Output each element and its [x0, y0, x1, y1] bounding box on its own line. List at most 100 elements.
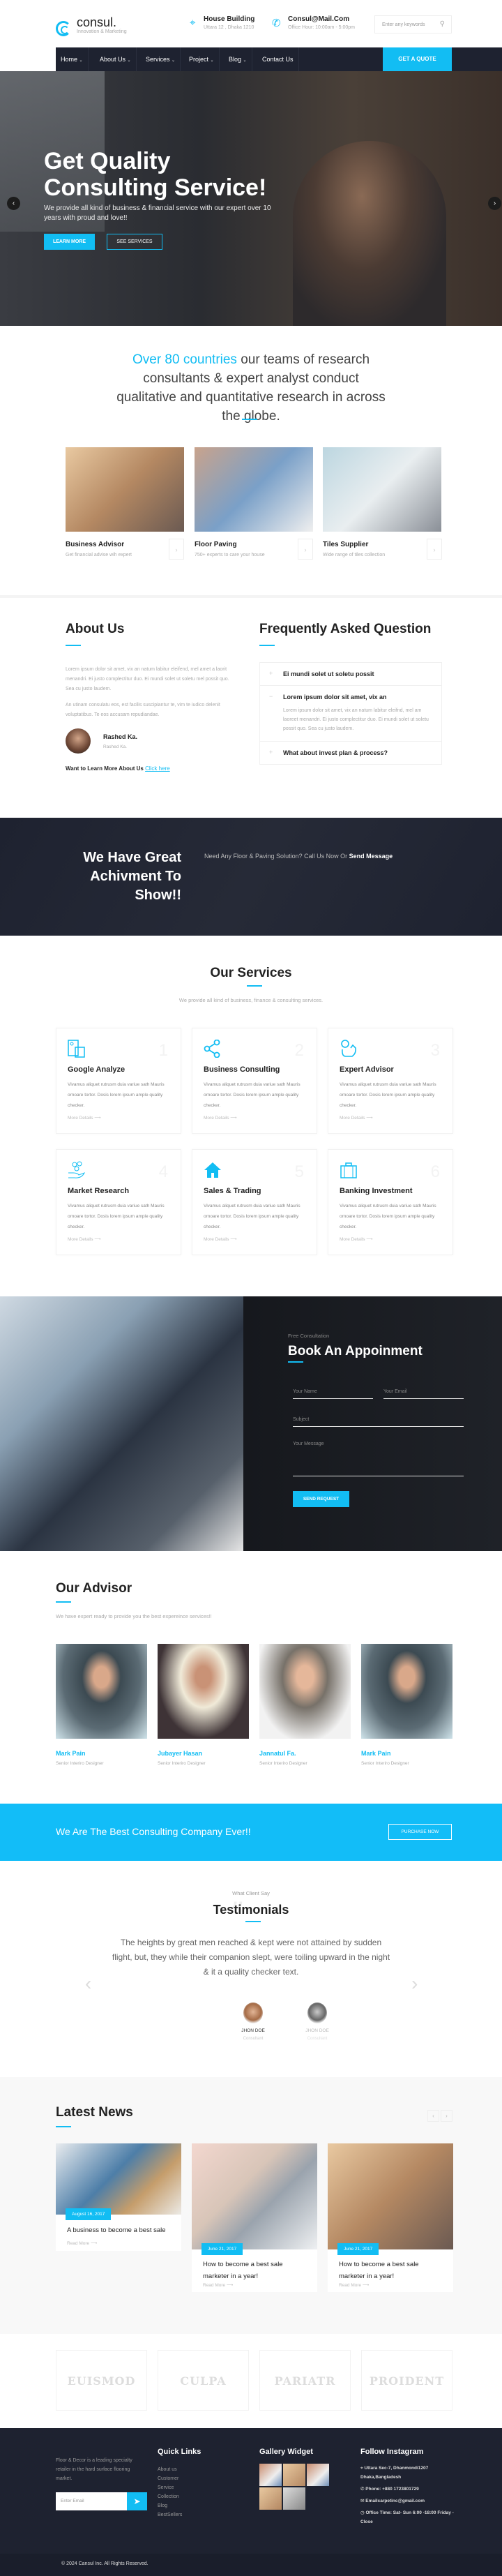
search-icon[interactable]: ⚲ — [440, 20, 445, 28]
more-details-link[interactable]: More Details ⟶ — [204, 1115, 237, 1121]
footer-hours: ◷ Office Time: Sat- Sun 6:00 -18:00 Frid… — [360, 2508, 455, 2526]
advisor-photo[interactable] — [259, 1644, 351, 1739]
news-post-title[interactable]: How to become a best sale marketer in a … — [339, 2259, 443, 2282]
gallery-thumb[interactable] — [259, 2487, 282, 2510]
service-card[interactable]: 4 Market Research Vivamus aliquet rutrus… — [56, 1149, 181, 1255]
learn-more-button[interactable]: LEARN MORE — [44, 234, 95, 250]
client-avatar[interactable] — [307, 2002, 327, 2023]
advisor-name[interactable]: Jubayer Hasan — [158, 1750, 202, 1757]
more-details-link[interactable]: More Details ⟶ — [68, 1115, 101, 1121]
feature-image[interactable] — [195, 447, 313, 532]
advisor-photo[interactable] — [158, 1644, 249, 1739]
news-next-icon[interactable]: › — [441, 2110, 452, 2122]
footer-link[interactable]: Collection — [158, 2492, 182, 2501]
read-more-link[interactable]: Read More ⟶ — [203, 2282, 233, 2288]
news-post-title[interactable]: How to become a best sale marketer in a … — [203, 2259, 307, 2282]
email-text[interactable]: Emailcarpetinc@gmail.com — [365, 2499, 425, 2503]
chevron-right-icon[interactable]: › — [411, 1972, 418, 1995]
service-card[interactable]: 6 Banking Investment Vivamus aliquet rut… — [328, 1149, 453, 1255]
service-card[interactable]: 1 Google Analyze Vivamus aliquet rutrusm… — [56, 1028, 181, 1134]
send-icon[interactable]: ➤ — [127, 2492, 147, 2510]
nav-home[interactable]: Home ⌄ — [56, 47, 89, 71]
purchase-now-button[interactable]: PURCHASE NOW — [388, 1824, 452, 1840]
chevron-left-icon[interactable]: ‹ — [85, 1972, 91, 1995]
advisor-photo[interactable] — [361, 1644, 452, 1739]
feature-image[interactable] — [66, 447, 184, 532]
service-text: Vivamus aliquet rutrusm duia variue sath… — [204, 1082, 301, 1108]
faq-item[interactable]: + What about invest plan & process? — [260, 742, 441, 764]
advisor-photo[interactable] — [56, 1644, 147, 1739]
feature-title[interactable]: Tiles Supplier — [323, 541, 368, 548]
email-input[interactable]: Enter Email — [61, 2499, 84, 2503]
nav-about[interactable]: About Us ⌄ — [95, 47, 137, 71]
send-request-button[interactable]: SEND REQUEST — [293, 1491, 349, 1507]
prev-slide-icon[interactable]: ‹ — [7, 197, 20, 210]
more-details-link[interactable]: More Details ⟶ — [204, 1236, 237, 1242]
faq-item[interactable]: + Ei mundi solet ut soletu possit — [260, 663, 441, 686]
client-avatar[interactable] — [243, 2002, 263, 2023]
faq-item-open[interactable]: − Lorem ipsum dolor sit amet, vix an Lore… — [260, 686, 441, 742]
next-slide-icon[interactable]: › — [488, 197, 501, 210]
news-card[interactable]: June 21, 2017 How to become a best sale … — [192, 2143, 317, 2292]
footer-link[interactable]: About us — [158, 2465, 182, 2474]
gallery-thumb[interactable] — [283, 2464, 305, 2486]
more-details-link[interactable]: More Details ⟶ — [68, 1236, 101, 1242]
contact-email[interactable]: Consul@Mail.Com — [288, 15, 355, 23]
client-name: JHON DOE — [241, 2028, 265, 2033]
nav-services[interactable]: Services ⌄ — [141, 47, 181, 71]
client-name: JHON DOE — [305, 2028, 329, 2033]
nav-blog[interactable]: Blog ⌄ — [224, 47, 252, 71]
news-image — [56, 2143, 181, 2215]
chevron-right-icon[interactable]: › — [298, 539, 313, 560]
more-details-link[interactable]: More Details ⟶ — [340, 1115, 373, 1121]
get-quote-button[interactable]: GET A QUOTE — [383, 47, 452, 71]
footer-link[interactable]: Blog — [158, 2501, 182, 2510]
email-input[interactable]: Your Email — [383, 1389, 464, 1399]
read-more-link[interactable]: Read More ⟶ — [67, 2240, 97, 2246]
news-card[interactable]: August 16, 2017 A business to become a b… — [56, 2143, 181, 2251]
subject-input[interactable]: Subject — [293, 1417, 464, 1427]
nav-project[interactable]: Project ⌄ — [184, 47, 220, 71]
feature-image[interactable] — [323, 447, 441, 532]
footer-link[interactable]: Customer — [158, 2474, 182, 2483]
name-input[interactable]: Your Name — [293, 1389, 373, 1399]
footer-link[interactable]: BestSellers — [158, 2510, 182, 2519]
faq-question: What about invest plan & process? — [283, 749, 388, 756]
news-prev-icon[interactable]: ‹ — [427, 2110, 439, 2122]
search-input[interactable]: Enter any keywords ⚲ — [374, 15, 452, 33]
partner-logo[interactable]: PARIATR — [259, 2350, 351, 2411]
chevron-right-icon[interactable]: › — [169, 539, 184, 560]
partner-logo[interactable]: EUISMOD — [56, 2350, 147, 2411]
chevron-right-icon[interactable]: › — [427, 539, 442, 560]
gallery-thumb[interactable] — [259, 2464, 282, 2486]
footer-email: ✉ Emailcarpetinc@gmail.com — [360, 2496, 455, 2506]
newsletter-form: Enter Email ➤ — [56, 2492, 147, 2510]
message-textarea[interactable]: Your Message — [293, 1441, 464, 1476]
service-card[interactable]: 3 Expert Advisor Vivamus aliquet rutrusm… — [328, 1028, 453, 1134]
minus-icon: − — [269, 693, 273, 700]
service-card[interactable]: 5 Sales & Trading Vivamus aliquet rutrus… — [192, 1149, 317, 1255]
service-card[interactable]: 2 Business Consulting Vivamus aliquet ru… — [192, 1028, 317, 1134]
news-card[interactable]: June 21, 2017 How to become a best sale … — [328, 2143, 453, 2292]
click-here-link[interactable]: Click here — [145, 765, 170, 772]
feature-title[interactable]: Business Advisor — [66, 541, 124, 548]
partner-logo[interactable]: CULPA — [158, 2350, 249, 2411]
send-message-link[interactable]: Send Message — [349, 853, 393, 860]
logo-name[interactable]: consul. — [77, 15, 116, 30]
see-services-button[interactable]: SEE SERVICES — [107, 234, 162, 250]
advisor-name[interactable]: Mark Pain — [361, 1750, 391, 1757]
advisor-name[interactable]: Jannatul Fa. — [259, 1750, 296, 1757]
nav-contact[interactable]: Contact Us — [257, 47, 299, 71]
read-more-link[interactable]: Read More ⟶ — [339, 2282, 369, 2288]
gallery-thumb[interactable] — [307, 2464, 329, 2486]
logo-icon[interactable] — [56, 21, 71, 36]
gallery-thumb[interactable] — [283, 2487, 305, 2510]
more-details-link[interactable]: More Details ⟶ — [340, 1236, 373, 1242]
advisor-name[interactable]: Mark Pain — [56, 1750, 86, 1757]
testimonials-kicker: What Client Say — [232, 1890, 270, 1896]
footer-link[interactable]: Service — [158, 2483, 182, 2492]
news-post-title[interactable]: A business to become a best sale — [67, 2224, 172, 2236]
feature-title[interactable]: Floor Paving — [195, 541, 237, 548]
partner-logo[interactable]: PROIDENT — [361, 2350, 452, 2411]
service-number: 4 — [158, 1162, 168, 1181]
